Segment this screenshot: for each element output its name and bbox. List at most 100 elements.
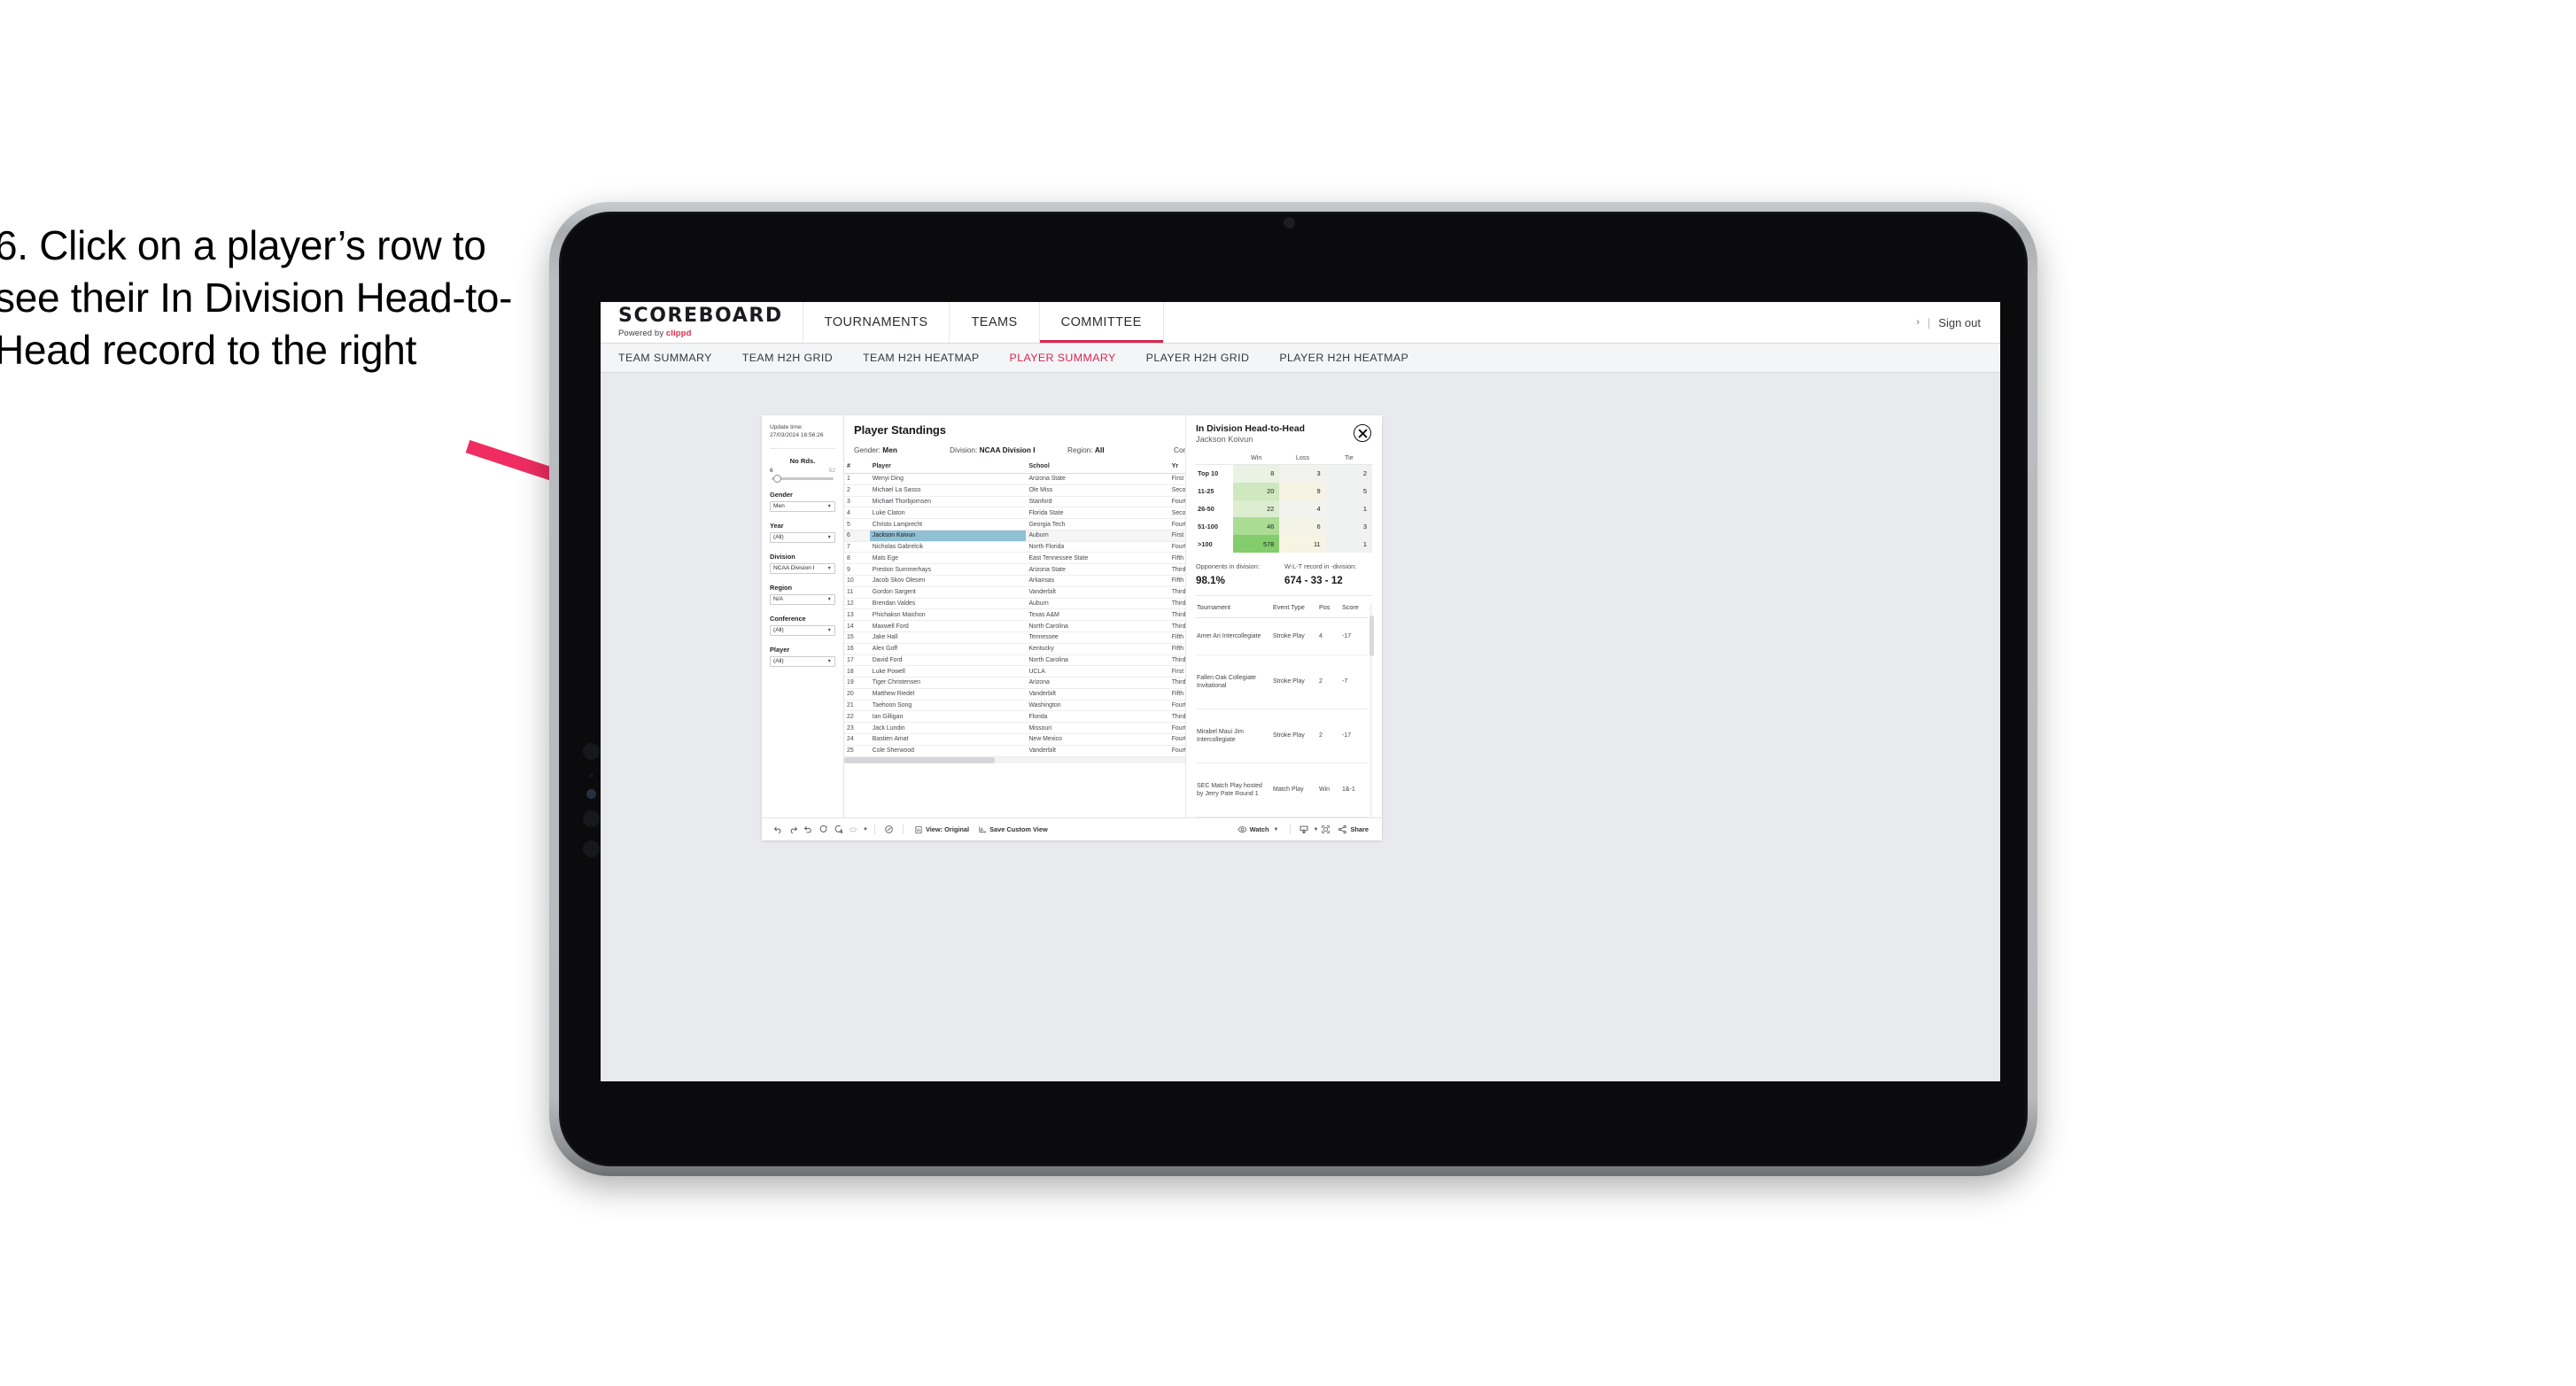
stat-wlt-record: W-L-T record in -division: 674 - 33 - 12 [1284,562,1356,586]
tablet-bezel: SCOREBOARD Powered by clippd TOURNAMENTS… [559,212,2028,1166]
meta-gender: Gender: Men [854,445,950,454]
filter-year: Year (All) ▼ [770,522,835,543]
nav-tournaments[interactable]: TOURNAMENTS [803,302,950,343]
row-player: Wenyi Ding [869,473,1027,485]
row-player: Jack Lundin [869,722,1027,734]
wlt-cell-loss: 6 [1279,517,1326,536]
slider-values: 6 52 [770,468,835,474]
screenshot-root: 6. Click on a player’s row to see their … [0,0,2576,1386]
row-rank: 8 [844,552,870,565]
tournament-scroll-thumb[interactable] [1369,615,1374,656]
tournament-row[interactable]: SEC Match Play hosted by Jerry Pate Roun… [1196,763,1368,817]
filter-conference: Conference (All) ▼ [770,615,835,636]
nav-committee[interactable]: COMMITTEE [1039,302,1164,343]
row-player: Luke Claton [869,507,1027,520]
undo-icon[interactable] [771,822,786,837]
tournament-event-type: Match Play [1272,763,1318,817]
row-rank: 9 [844,563,870,577]
wlt-row: 26-50 22 4 1 [1196,499,1372,518]
slider-track[interactable] [772,474,834,483]
tournament-pos: 2 [1318,654,1341,710]
download-icon[interactable] [1297,822,1312,837]
horizontal-scroll-thumb[interactable] [844,756,995,763]
row-rank: 17 [844,654,870,667]
nav-teams[interactable]: TEAMS [950,302,1040,343]
chevron-down-icon: ▼ [1273,826,1279,832]
revert-icon[interactable] [801,822,816,837]
meta-gender-value: Men [882,445,897,454]
redo-icon[interactable] [786,822,801,837]
row-rank: 10 [844,575,870,587]
row-rank: 19 [844,677,870,689]
viz-container: Update time: 27/03/2024 16:56:26 No Rds.… [762,415,1382,840]
row-school: Vanderbilt [1026,586,1169,599]
tournament-row[interactable]: Mirabel Maui Jim Intercollegiate Stroke P… [1196,708,1368,764]
watch-button[interactable]: Watch ▼ [1233,825,1284,834]
save-custom-view-button[interactable]: Save Custom View [974,825,1052,834]
row-school: UCLA [1026,665,1169,678]
save-custom-view-label: Save Custom View [989,825,1048,833]
col-player[interactable]: Player [869,461,1027,474]
row-rank: 3 [844,496,870,508]
row-player: Brendan Valdes [869,598,1027,610]
fullscreen-icon[interactable] [1318,822,1333,837]
wlt-cell-loss: 11 [1279,535,1326,553]
tournament-scrollbar[interactable] [1369,602,1374,817]
filter-conference-select[interactable]: (All) ▼ [770,624,835,636]
filter-gender-select[interactable]: Men ▼ [770,500,835,512]
sign-out-link[interactable]: Sign out [1938,316,1981,329]
tab-team-summary[interactable]: TEAM SUMMARY [618,352,712,364]
row-school: Washington [1026,700,1169,712]
wlt-cell-win: 8 [1233,463,1280,483]
wlt-row-label: >100 [1196,535,1233,553]
powered-by-text: Powered by [618,329,666,338]
close-circle-icon[interactable] [1354,424,1371,442]
row-school: Georgia Tech [1026,518,1169,530]
stat-wlt-label: W-L-T record in -division: [1284,561,1357,570]
view-original-label: View: Original [925,825,970,833]
refresh-icon[interactable] [816,822,831,837]
filter-pill-icon[interactable] [846,822,861,837]
col-pos: Pos [1318,602,1341,618]
filter-region-select[interactable]: N/A ▼ [770,593,835,605]
view-original-button[interactable]: View: Original [910,825,974,834]
tab-player-h2h-heatmap[interactable]: PLAYER H2H HEATMAP [1279,352,1408,364]
alerts-icon[interactable] [881,822,896,837]
update-time-value: 27/03/2024 16:56:26 [770,432,824,439]
tab-player-summary[interactable]: PLAYER SUMMARY [1010,352,1116,364]
row-rank: 5 [844,518,870,530]
filter-division-select[interactable]: NCAA Division I ▼ [770,562,835,574]
tournament-score: -17 [1341,708,1368,764]
col-rank[interactable]: # [844,461,870,474]
wlt-header-row: Win Loss Tie [1196,453,1372,465]
row-school: Arizona State [1026,563,1169,577]
tab-team-h2h-grid[interactable]: TEAM H2H GRID [742,352,833,364]
no-rounds-slider[interactable]: No Rds. 6 52 [770,457,835,483]
share-label: Share [1350,825,1369,833]
tab-player-h2h-grid[interactable]: PLAYER H2H GRID [1146,352,1250,364]
chevron-down-icon[interactable]: ▼ [863,827,868,832]
app-top-bar: SCOREBOARD Powered by clippd TOURNAMENTS… [601,302,2000,344]
chevron-right-icon[interactable]: › [1916,317,1920,328]
pause-icon[interactable] [831,822,846,837]
sensor-dot-icon [589,773,594,778]
row-rank: 22 [844,710,870,724]
row-school: Arkansas [1026,575,1169,587]
row-rank: 2 [844,484,870,497]
filter-player-select[interactable]: (All) ▼ [770,655,835,667]
clippd-name: clippd [665,329,692,338]
tournament-row[interactable]: Amer Ari Intercollegiate Stroke Play 4 -17 [1196,617,1368,656]
tournament-row[interactable]: Fallen Oak Collegiate Invitational Stroke… [1196,654,1368,710]
filter-player-value: (All) [773,658,784,665]
wlt-cell-loss: 3 [1279,463,1326,483]
share-button[interactable]: Share [1333,825,1373,834]
primary-nav: TOURNAMENTS TEAMS COMMITTEE [803,302,1164,343]
row-school: Vanderbilt [1026,688,1169,701]
row-player: Luke Powell [869,665,1027,678]
tab-team-h2h-heatmap[interactable]: TEAM H2H HEATMAP [863,352,979,364]
filter-year-select[interactable]: (All) ▼ [770,531,835,543]
slider-handle[interactable] [773,474,781,483]
tournament-pos: 2 [1318,708,1341,764]
col-school[interactable]: School [1026,461,1169,474]
wlt-cell-tie: 1 [1325,535,1372,553]
